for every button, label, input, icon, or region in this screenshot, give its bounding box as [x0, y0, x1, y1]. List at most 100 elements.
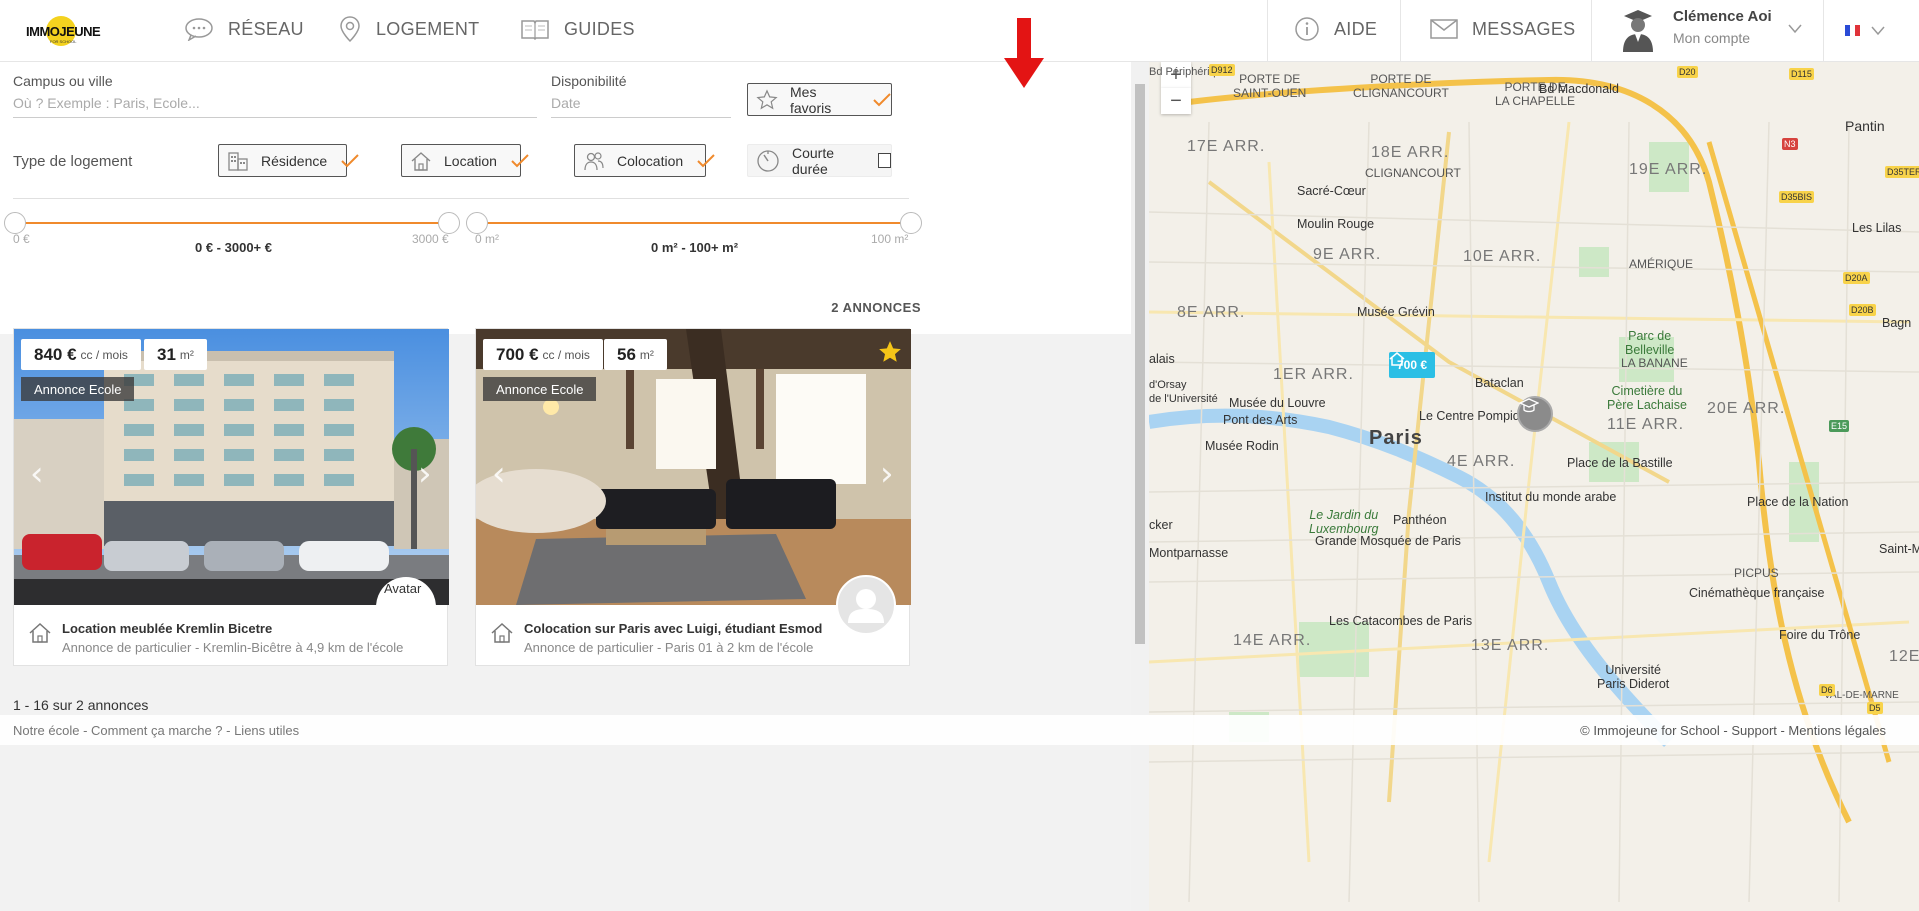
building-photo-image	[14, 329, 449, 605]
check-icon	[341, 153, 359, 168]
results-panel: Campus ou ville Où ? Exemple : Paris, Ec…	[0, 62, 1131, 911]
logo[interactable]: IMMOJEUNE FOR SCHOOL	[26, 14, 104, 48]
house-icon	[491, 622, 513, 643]
price-slider-max-handle[interactable]	[438, 212, 460, 234]
courte-duree-checkbox[interactable]	[878, 153, 891, 168]
next-photo-button[interactable]: ›	[880, 454, 894, 494]
map-label: PORTE DE SAINT-OUEN	[1233, 72, 1307, 100]
price-slider-track[interactable]	[20, 222, 448, 224]
nav-messages[interactable]: MESSAGES	[1430, 0, 1575, 58]
map-label: Foire du Trône	[1779, 628, 1861, 642]
area-slider-max-handle[interactable]	[900, 212, 922, 234]
scrollbar-thumb[interactable]	[1135, 84, 1145, 644]
map-label: Institut du monde arabe	[1485, 490, 1617, 504]
listing-title[interactable]: Colocation sur Paris avec Luigi, étudian…	[524, 621, 822, 636]
map-label: VAL-DE-MARNE	[1824, 690, 1899, 701]
area-slider-track[interactable]	[476, 222, 910, 224]
nav-reseau[interactable]: RÉSEAU	[184, 0, 304, 58]
scrollbar[interactable]	[1131, 62, 1149, 911]
road-sign: E15	[1829, 420, 1850, 432]
map-label: Les Catacombes de Paris	[1329, 614, 1473, 628]
road-sign: D115	[1789, 68, 1814, 80]
map-label: Parc de Belleville	[1625, 329, 1675, 357]
zoom-out-button[interactable]: −	[1161, 88, 1191, 114]
area-min-tick: 0 m²	[475, 232, 499, 246]
price-value: 840 €	[34, 344, 77, 364]
nav-guides[interactable]: GUIDES	[520, 0, 635, 58]
map-label: Montparnasse	[1149, 546, 1229, 560]
graduation-cap-icon	[1519, 398, 1539, 413]
listing-photo[interactable]: 700 € cc / mois 56 m² Annonce Ecole ‹ ›	[476, 329, 911, 605]
map-label: d'Orsay	[1149, 379, 1187, 391]
map-label: cker	[1149, 518, 1173, 532]
arr-label: 17E ARR.	[1187, 138, 1266, 155]
house-icon	[29, 622, 51, 643]
campus-input[interactable]: Où ? Exemple : Paris, Ecole...	[13, 95, 200, 111]
residence-filter[interactable]: Résidence	[218, 144, 359, 177]
footer-links[interactable]: Notre école - Comment ça marche ? - Lien…	[13, 723, 299, 738]
map-label: Pantin	[1845, 118, 1885, 134]
map-school-pin[interactable]	[1517, 396, 1553, 432]
favorites-filter[interactable]: Mes favoris	[747, 83, 892, 116]
location-filter[interactable]: Location	[401, 144, 529, 177]
map-price-pin[interactable]: 700 €	[1389, 352, 1436, 378]
map-label: Musée Rodin	[1205, 439, 1279, 453]
header-divider	[1823, 0, 1824, 61]
map[interactable]: + − 17E ARR. 18E ARR. 19E ARR. 9E ARR. 1…	[1149, 62, 1919, 911]
prev-photo-button[interactable]: ‹	[30, 454, 44, 494]
area-unit: m²	[179, 347, 194, 362]
map-label: Pont des Arts	[1223, 413, 1298, 427]
annonce-ecole-tag: Annonce Ecole	[21, 377, 135, 401]
prev-photo-button[interactable]: ‹	[492, 454, 506, 494]
check-icon	[511, 153, 529, 168]
listing-title[interactable]: Location meublée Kremlin Bicetre	[62, 621, 272, 636]
results-count: 2 ANNONCES	[831, 300, 921, 315]
area-slider-min-handle[interactable]	[466, 212, 488, 234]
arr-label: 14E ARR.	[1233, 632, 1312, 649]
listing-card[interactable]: 700 € cc / mois 56 m² Annonce Ecole ‹ › Co…	[475, 328, 911, 666]
road-sign: D912	[1209, 64, 1235, 76]
map-label: Université Paris Diderot	[1597, 663, 1670, 691]
map-label: Moulin Rouge	[1297, 217, 1375, 231]
map-label: Panthéon	[1393, 513, 1447, 527]
courte-duree-filter[interactable]: Courte durée	[747, 144, 892, 177]
map-label: AMÉRIQUE	[1629, 257, 1694, 271]
listing-subtitle: Annonce de particulier - Paris 01 à 2 km…	[524, 640, 814, 655]
check-icon	[873, 92, 891, 107]
type-label: Type de logement	[13, 153, 133, 170]
listing-subtitle: Annonce de particulier - Kremlin-Bicêtre…	[62, 640, 404, 655]
next-photo-button[interactable]: ›	[418, 454, 432, 494]
road-sign: D20B	[1849, 304, 1876, 316]
location-label: Location	[444, 152, 497, 169]
chat-bubble-icon	[185, 18, 213, 41]
top-header: IMMOJEUNE FOR SCHOOL RÉSEAU LOGEMENT GUI…	[0, 0, 1919, 62]
annonce-ecole-tag: Annonce Ecole	[483, 377, 597, 401]
dispo-label: Disponibilité	[551, 73, 627, 89]
nav-aide[interactable]: AIDE	[1294, 0, 1377, 58]
nav-logement[interactable]: LOGEMENT	[338, 0, 479, 58]
star-filled-icon[interactable]	[876, 339, 904, 365]
pagination-info: 1 - 16 sur 2 annonces	[13, 697, 149, 713]
map-label: PICPUS	[1734, 566, 1779, 580]
listing-card[interactable]: 840 € cc / mois 31 m² Annonce Ecole ‹ › Av…	[13, 328, 449, 666]
price-badge: 840 € cc / mois	[21, 339, 141, 370]
price-value: 700 €	[496, 344, 539, 364]
chevron-down-icon	[1871, 26, 1885, 36]
footer-copyright[interactable]: © Immojeune for School - Support - Menti…	[1580, 723, 1886, 738]
language-selector[interactable]	[1845, 22, 1905, 40]
listing-photo[interactable]: 840 € cc / mois 31 m² Annonce Ecole ‹ › Av…	[14, 329, 449, 605]
location-pin-icon	[340, 16, 360, 43]
house-icon	[410, 150, 432, 172]
owner-avatar	[836, 575, 896, 635]
date-input[interactable]: Date	[551, 95, 581, 111]
favorites-label: Mes favoris	[790, 83, 832, 116]
road-sign: D6	[1819, 684, 1835, 696]
living-room-photo-image	[476, 329, 911, 605]
header-divider	[1400, 0, 1401, 61]
price-slider-min-handle[interactable]	[4, 212, 26, 234]
colocation-filter[interactable]: Colocation	[574, 144, 715, 177]
arr-label: 10E ARR.	[1463, 248, 1542, 265]
map-label: alais	[1149, 352, 1175, 366]
user-account-link[interactable]: Mon compte	[1673, 30, 1750, 46]
people-icon	[583, 150, 605, 172]
